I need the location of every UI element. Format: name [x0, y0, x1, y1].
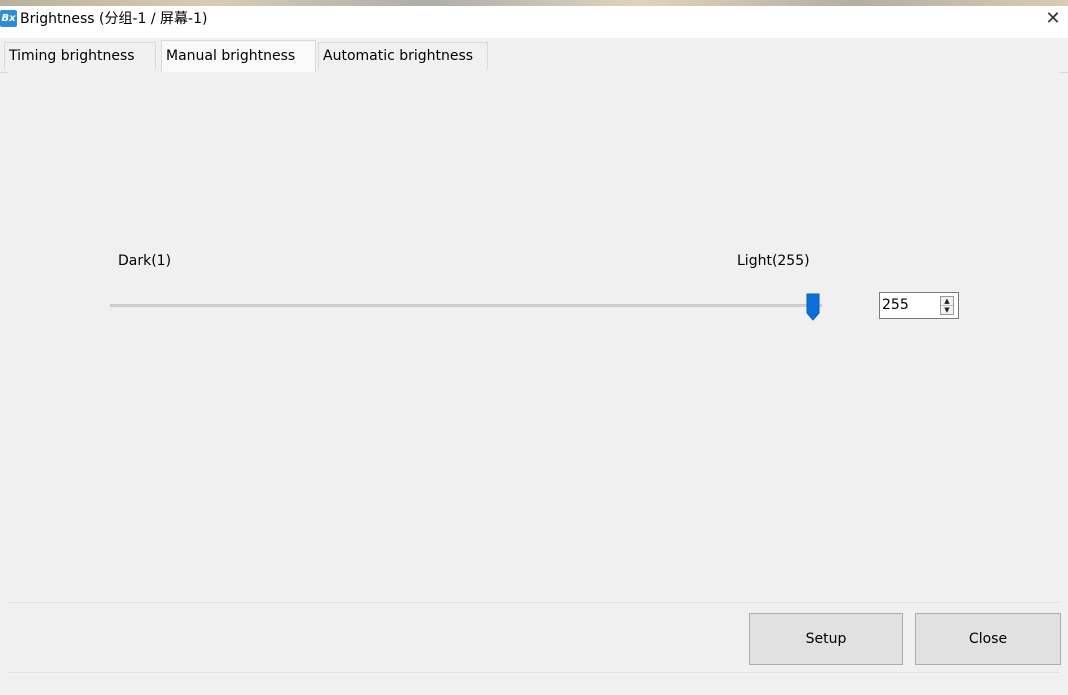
title-strip: [0, 0, 1068, 6]
manual-brightness-panel: [8, 72, 1060, 602]
spin-up-icon[interactable]: ▲: [941, 297, 953, 306]
min-brightness-label: Dark(1): [118, 253, 172, 269]
bottom-divider: [8, 672, 1060, 673]
brightness-slider-track[interactable]: [110, 304, 822, 307]
brightness-slider-thumb[interactable]: [806, 293, 820, 321]
tab-timing-brightness[interactable]: Timing brightness: [4, 42, 156, 69]
window-title: Brightness (分组-1 / 屏幕-1): [20, 11, 208, 27]
tab-manual-brightness[interactable]: Manual brightness: [161, 40, 316, 72]
max-brightness-label: Light(255): [737, 253, 810, 269]
footer-separator: [8, 602, 1060, 603]
close-button[interactable]: Close: [915, 613, 1061, 665]
spin-buttons: ▲ ▼: [940, 296, 954, 315]
brightness-spinbox[interactable]: ▲ ▼: [879, 292, 959, 319]
title-bar: Bx Brightness (分组-1 / 屏幕-1) ✕: [0, 0, 1068, 38]
brightness-value-input[interactable]: [882, 295, 934, 315]
spin-down-icon[interactable]: ▼: [941, 306, 953, 314]
tab-bar: Timing brightness Manual brightness Auto…: [0, 38, 1068, 73]
app-icon: Bx: [0, 10, 17, 27]
setup-button[interactable]: Setup: [749, 613, 903, 665]
close-window-icon[interactable]: ✕: [1044, 10, 1062, 28]
tab-automatic-brightness[interactable]: Automatic brightness: [318, 42, 488, 69]
